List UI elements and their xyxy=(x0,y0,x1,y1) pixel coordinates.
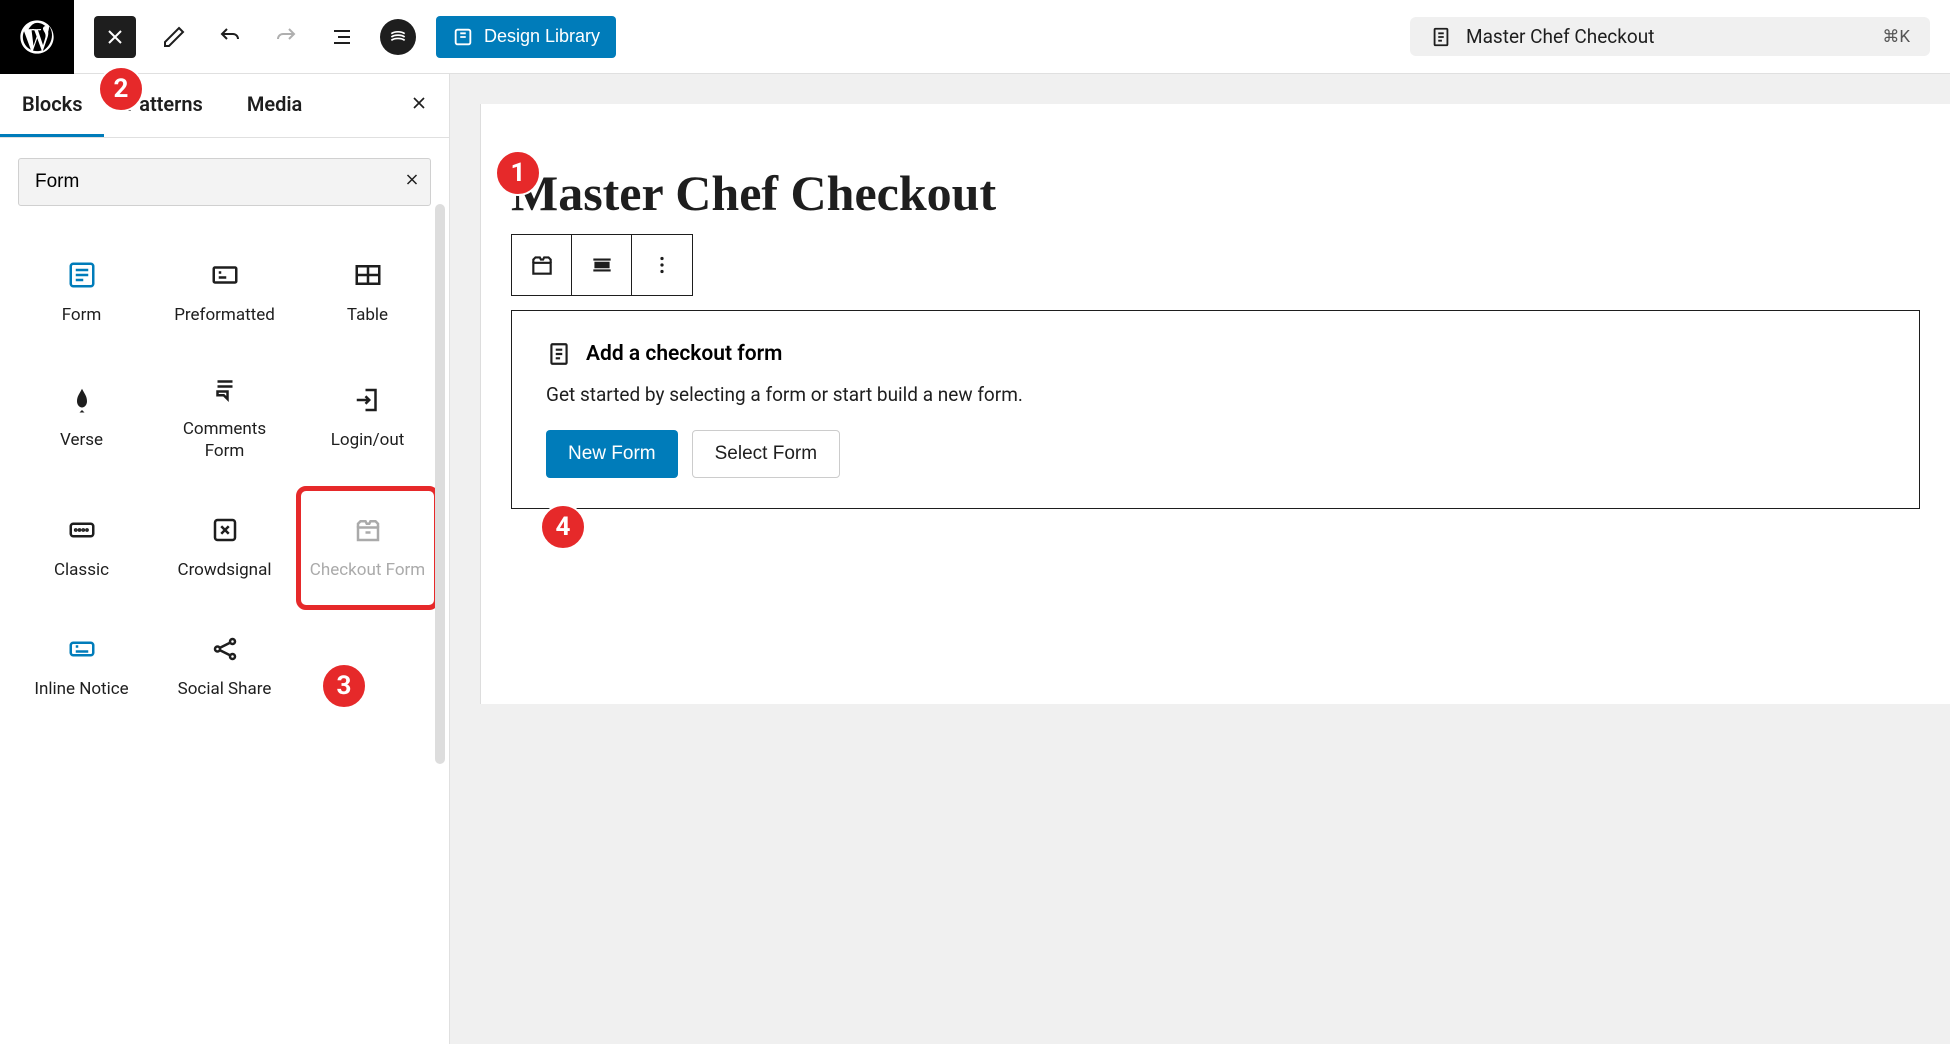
surecart-icon[interactable] xyxy=(380,19,416,55)
editor-canvas-area: Master Chef Checkout Add a checkout form… xyxy=(450,74,1950,1044)
login-icon xyxy=(353,385,383,415)
block-item-comments-form[interactable]: Comments Form xyxy=(153,350,296,486)
block-results-grid: Form Preformatted Table Verse Comments F… xyxy=(0,216,449,744)
classic-icon xyxy=(67,515,97,545)
tab-media[interactable]: Media xyxy=(225,74,324,137)
new-form-button[interactable]: New Form xyxy=(546,430,678,478)
redo-button[interactable] xyxy=(268,19,304,55)
annotation-badge-4: 4 xyxy=(540,504,586,550)
document-overview-button[interactable] xyxy=(324,19,360,55)
preformatted-icon xyxy=(210,260,240,290)
block-item-form[interactable]: Form xyxy=(10,236,153,350)
select-form-button[interactable]: Select Form xyxy=(692,430,840,478)
close-inserter-button[interactable] xyxy=(94,16,136,58)
placeholder-title: Add a checkout form xyxy=(586,342,782,366)
block-item-verse[interactable]: Verse xyxy=(10,350,153,486)
page-icon xyxy=(1430,26,1452,48)
social-share-icon xyxy=(210,634,240,664)
document-title: Master Chef Checkout xyxy=(1466,25,1654,48)
checkout-form-icon xyxy=(353,515,383,545)
page-title[interactable]: Master Chef Checkout xyxy=(511,164,1920,222)
document-bar[interactable]: Master Chef Checkout ⌘K xyxy=(1410,17,1930,56)
placeholder-description: Get started by selecting a form or start… xyxy=(546,383,1885,406)
checkout-form-placeholder: Add a checkout form Get started by selec… xyxy=(511,310,1920,509)
verse-icon xyxy=(67,385,97,415)
block-item-classic[interactable]: Classic xyxy=(10,486,153,610)
block-align-button[interactable] xyxy=(572,235,632,295)
block-toolbar xyxy=(511,234,693,296)
annotation-badge-2: 2 xyxy=(98,66,144,112)
keyboard-shortcut: ⌘K xyxy=(1882,27,1910,47)
design-library-label: Design Library xyxy=(484,26,600,47)
annotation-badge-3: 3 xyxy=(321,663,367,709)
edit-tool-button[interactable] xyxy=(156,19,192,55)
comments-form-icon xyxy=(210,374,240,404)
wordpress-logo[interactable] xyxy=(0,0,74,74)
block-item-login-out[interactable]: Login/out xyxy=(296,350,439,486)
search-input[interactable] xyxy=(18,158,431,206)
block-type-button[interactable] xyxy=(512,235,572,295)
block-item-crowdsignal[interactable]: Crowdsignal xyxy=(153,486,296,610)
table-icon xyxy=(353,260,383,290)
block-search xyxy=(18,158,431,206)
undo-button[interactable] xyxy=(212,19,248,55)
block-item-preformatted[interactable]: Preformatted xyxy=(153,236,296,350)
top-toolbar: Design Library Master Chef Checkout ⌘K xyxy=(0,0,1950,74)
block-item-inline-notice[interactable]: Inline Notice xyxy=(10,610,153,724)
checkout-placeholder-icon xyxy=(546,341,572,367)
block-item-checkout-form[interactable]: Checkout Form xyxy=(296,486,439,610)
crowdsignal-icon xyxy=(210,515,240,545)
annotation-badge-1: 1 xyxy=(495,150,541,196)
form-icon xyxy=(67,260,97,290)
inserter-tabs: Blocks Patterns Media xyxy=(0,74,449,138)
block-item-table[interactable]: Table xyxy=(296,236,439,350)
block-more-button[interactable] xyxy=(632,235,692,295)
close-inserter-icon[interactable] xyxy=(389,93,449,118)
block-item-social-share[interactable]: Social Share xyxy=(153,610,296,724)
tab-blocks[interactable]: Blocks xyxy=(0,74,104,137)
sidebar-scrollbar[interactable] xyxy=(435,204,445,764)
design-library-button[interactable]: Design Library xyxy=(436,16,616,58)
clear-search-icon[interactable] xyxy=(403,171,421,194)
inline-notice-icon xyxy=(67,634,97,664)
block-inserter-panel: Blocks Patterns Media Form Preformatte xyxy=(0,74,450,1044)
